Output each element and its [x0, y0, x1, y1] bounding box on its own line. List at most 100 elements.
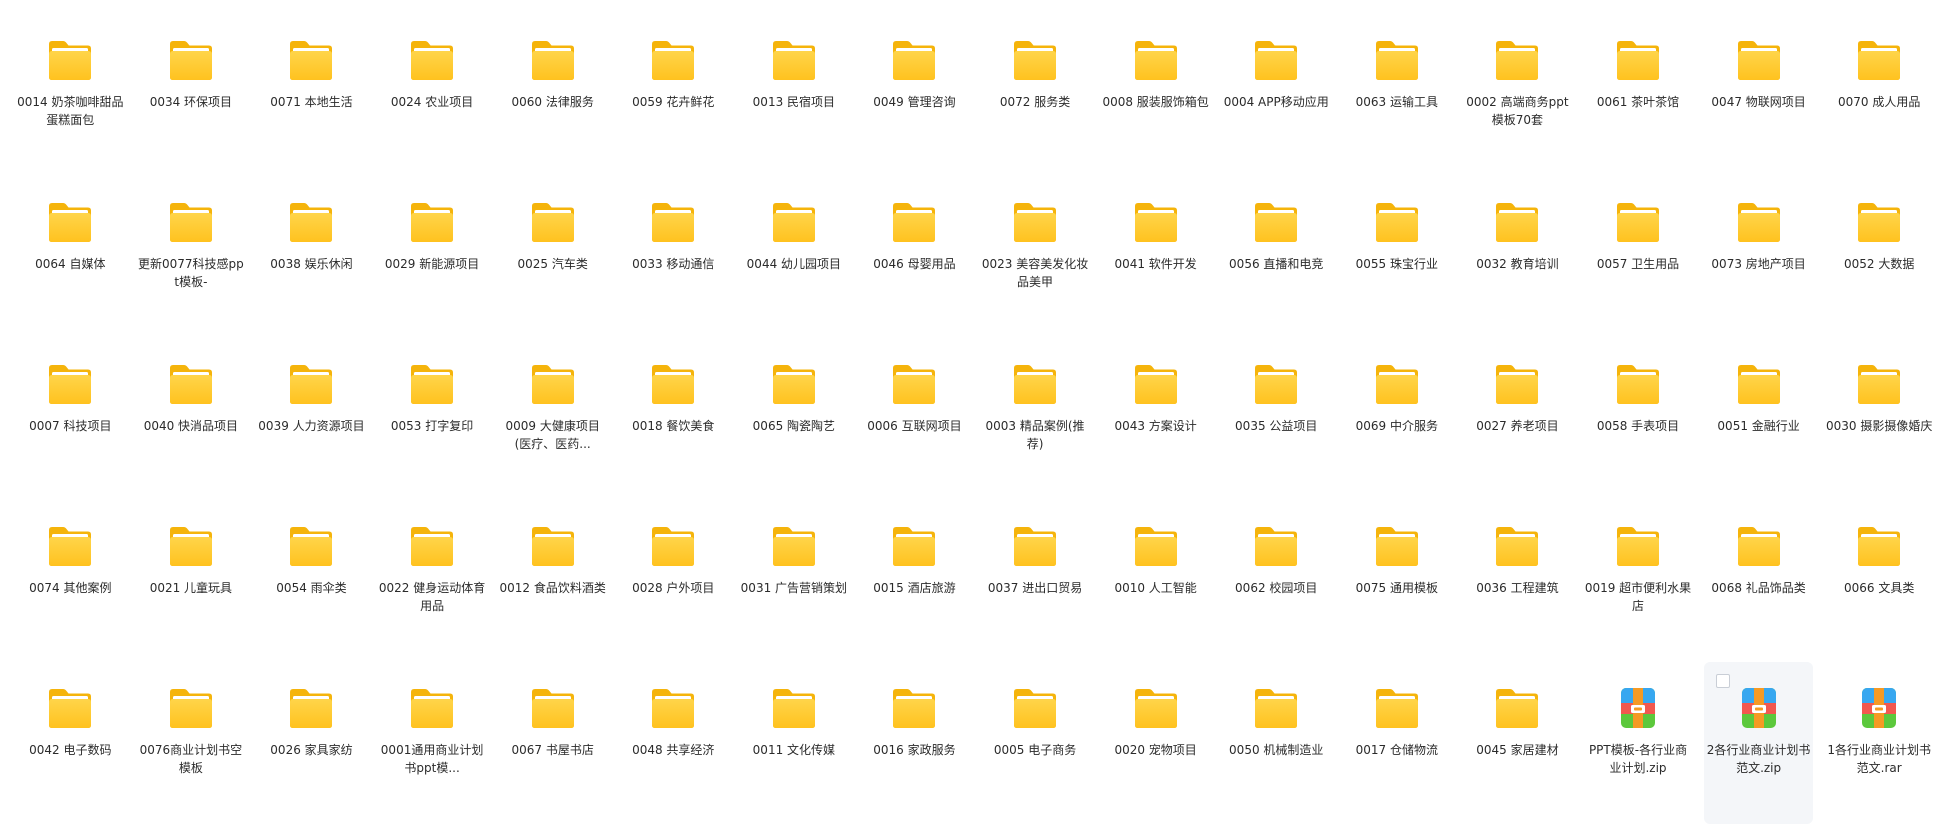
folder-item[interactable]: 0047 物联网项目 — [1698, 14, 1819, 176]
folder-item[interactable]: 0071 本地生活 — [251, 14, 372, 176]
folder-item[interactable]: 0062 校园项目 — [1216, 500, 1337, 662]
folder-item[interactable]: 0049 管理咨询 — [854, 14, 975, 176]
folder-item[interactable]: 0032 教育培训 — [1457, 176, 1578, 338]
folder-item[interactable]: 0020 宠物项目 — [1095, 662, 1216, 824]
folder-item[interactable]: 0061 茶叶茶馆 — [1578, 14, 1699, 176]
folder-icon — [1014, 689, 1057, 728]
folder-item[interactable]: 0030 摄影摄像婚庆 — [1819, 338, 1940, 500]
folder-item[interactable]: 0065 陶瓷陶艺 — [734, 338, 855, 500]
folder-icon — [1496, 41, 1539, 80]
folder-item[interactable]: 0028 户外项目 — [613, 500, 734, 662]
folder-item[interactable]: 0041 软件开发 — [1095, 176, 1216, 338]
folder-item[interactable]: 0008 服装服饰箱包 — [1095, 14, 1216, 176]
folder-item[interactable]: 0033 移动通信 — [613, 176, 734, 338]
folder-item[interactable]: 0018 餐饮美食 — [613, 338, 734, 500]
folder-item[interactable]: 0042 电子数码 — [10, 662, 131, 824]
folder-item[interactable]: 0052 大数据 — [1819, 176, 1940, 338]
folder-item[interactable]: 0006 互联网项目 — [854, 338, 975, 500]
folder-item[interactable]: 0064 自媒体 — [10, 176, 131, 338]
folder-item[interactable]: 0007 科技项目 — [10, 338, 131, 500]
folder-item[interactable]: 0044 幼儿园项目 — [734, 176, 855, 338]
item-label: 0007 科技项目 — [29, 419, 112, 433]
folder-item[interactable]: 0060 法律服务 — [492, 14, 613, 176]
folder-item[interactable]: 0023 美容美发化妆品美甲 — [975, 176, 1096, 338]
folder-item[interactable]: 0009 大健康项目(医疗、医药... — [492, 338, 613, 500]
folder-item[interactable]: 0035 公益项目 — [1216, 338, 1337, 500]
folder-item[interactable]: 0051 金融行业 — [1698, 338, 1819, 500]
folder-item[interactable]: 0010 人工智能 — [1095, 500, 1216, 662]
folder-item[interactable]: 0017 仓储物流 — [1337, 662, 1458, 824]
folder-item[interactable]: 0043 方案设计 — [1095, 338, 1216, 500]
folder-item[interactable]: 0002 高端商务ppt模板70套 — [1457, 14, 1578, 176]
folder-item[interactable]: 0013 民宿项目 — [734, 14, 855, 176]
folder-item[interactable]: 0022 健身运动体育用品 — [372, 500, 493, 662]
folder-item[interactable]: 0021 儿童玩具 — [131, 500, 252, 662]
folder-item[interactable]: 0031 广告营销策划 — [734, 500, 855, 662]
folder-item[interactable]: 0037 进出口贸易 — [975, 500, 1096, 662]
item-label: 0009 大健康项目(医疗、医药... — [505, 419, 600, 451]
folder-item[interactable]: 0016 家政服务 — [854, 662, 975, 824]
folder-icon — [1014, 365, 1057, 404]
folder-item[interactable]: 0005 电子商务 — [975, 662, 1096, 824]
folder-icon — [652, 527, 695, 566]
folder-item[interactable]: 0040 快消品项目 — [131, 338, 252, 500]
folder-item[interactable]: 0036 工程建筑 — [1457, 500, 1578, 662]
folder-item[interactable]: 0014 奶茶咖啡甜品蛋糕面包 — [10, 14, 131, 176]
folder-item[interactable]: 0070 成人用品 — [1819, 14, 1940, 176]
folder-item[interactable]: 0068 礼品饰品类 — [1698, 500, 1819, 662]
folder-item[interactable]: 0046 母婴用品 — [854, 176, 975, 338]
folder-item[interactable]: 0011 文化传媒 — [734, 662, 855, 824]
folder-item[interactable]: 0034 环保项目 — [131, 14, 252, 176]
folder-item[interactable]: 0038 娱乐休闲 — [251, 176, 372, 338]
folder-item[interactable]: 0050 机械制造业 — [1216, 662, 1337, 824]
archive-file-item[interactable]: 2各行业商业计划书范文.zip — [1704, 662, 1813, 824]
folder-icon — [1617, 365, 1660, 404]
folder-item[interactable]: 0063 运输工具 — [1337, 14, 1458, 176]
archive-file-item[interactable]: PPT模板-各行业商业计划.zip — [1578, 662, 1699, 824]
item-label: 0043 方案设计 — [1114, 419, 1197, 433]
folder-item[interactable]: 0074 其他案例 — [10, 500, 131, 662]
folder-item[interactable]: 0015 酒店旅游 — [854, 500, 975, 662]
folder-item[interactable]: 0054 雨伞类 — [251, 500, 372, 662]
folder-item[interactable]: 0059 花卉鲜花 — [613, 14, 734, 176]
folder-item[interactable]: 0045 家居建材 — [1457, 662, 1578, 824]
folder-icon — [531, 365, 574, 404]
folder-item[interactable]: 0076商业计划书空模板 — [131, 662, 252, 824]
select-checkbox[interactable] — [1716, 674, 1731, 688]
folder-item[interactable]: 0057 卫生用品 — [1578, 176, 1699, 338]
folder-item[interactable]: 0053 打字复印 — [372, 338, 493, 500]
item-label: 0035 公益项目 — [1235, 419, 1318, 433]
folder-item[interactable]: 0024 农业项目 — [372, 14, 493, 176]
folder-item[interactable]: 0027 养老项目 — [1457, 338, 1578, 500]
folder-icon — [1014, 527, 1057, 566]
item-label: 0068 礼品饰品类 — [1711, 581, 1806, 595]
folder-item[interactable]: 0026 家具家纺 — [251, 662, 372, 824]
item-label: 0033 移动通信 — [632, 257, 715, 271]
folder-item[interactable]: 0069 中介服务 — [1337, 338, 1458, 500]
folder-icon — [1737, 203, 1780, 242]
folder-item[interactable]: 0029 新能源项目 — [372, 176, 493, 338]
folder-item[interactable]: 0067 书屋书店 — [492, 662, 613, 824]
folder-item[interactable]: 0012 食品饮料酒类 — [492, 500, 613, 662]
folder-item[interactable]: 0039 人力资源项目 — [251, 338, 372, 500]
folder-item[interactable]: 0072 服务类 — [975, 14, 1096, 176]
folder-item[interactable]: 0048 共享经济 — [613, 662, 734, 824]
folder-item[interactable]: 0075 通用模板 — [1337, 500, 1458, 662]
folder-item[interactable]: 0055 珠宝行业 — [1337, 176, 1458, 338]
folder-icon — [1858, 365, 1901, 404]
folder-item[interactable]: 0056 直播和电竞 — [1216, 176, 1337, 338]
folder-icon — [1737, 41, 1780, 80]
folder-item[interactable]: 更新0077科技感ppt模板- — [131, 176, 252, 338]
folder-item[interactable]: 0025 汽车类 — [492, 176, 613, 338]
folder-item[interactable]: 0001通用商业计划书ppt模... — [372, 662, 493, 824]
item-label: 更新0077科技感ppt模板- — [138, 257, 244, 289]
folder-icon — [290, 203, 333, 242]
folder-item[interactable]: 0004 APP移动应用 — [1216, 14, 1337, 176]
archive-file-item[interactable]: 1各行业商业计划书范文.rar — [1819, 662, 1940, 824]
folder-item[interactable]: 0066 文具类 — [1819, 500, 1940, 662]
folder-item[interactable]: 0058 手表项目 — [1578, 338, 1699, 500]
folder-item[interactable]: 0003 精品案例(推荐) — [975, 338, 1096, 500]
folder-item[interactable]: 0073 房地产项目 — [1698, 176, 1819, 338]
item-label: 0054 雨伞类 — [276, 581, 347, 595]
folder-item[interactable]: 0019 超市便利水果店 — [1578, 500, 1699, 662]
